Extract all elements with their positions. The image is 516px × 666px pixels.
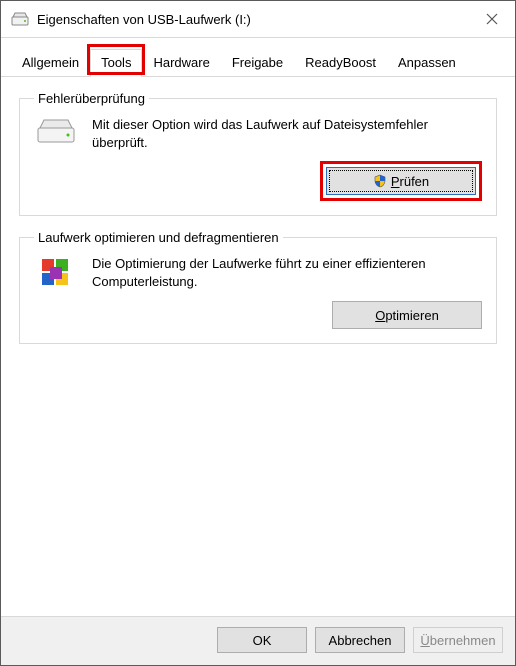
- apply-button[interactable]: Übernehmen: [413, 627, 503, 653]
- window-title: Eigenschaften von USB-Laufwerk (I:): [37, 12, 469, 27]
- drive-icon: [11, 12, 29, 26]
- check-button[interactable]: Prüfen: [326, 167, 476, 195]
- tab-content: Fehlerüberprüfung Mit dieser Option wird…: [1, 77, 515, 616]
- annotation-highlight-check-button: Prüfen: [320, 161, 482, 201]
- error-check-group: Fehlerüberprüfung Mit dieser Option wird…: [19, 91, 497, 216]
- tab-strip: Allgemein Tools Hardware Freigabe ReadyB…: [1, 38, 515, 77]
- tab-freigabe[interactable]: Freigabe: [221, 49, 294, 77]
- apply-button-label: Übernehmen: [420, 633, 495, 648]
- ok-button[interactable]: OK: [217, 627, 307, 653]
- optimize-button[interactable]: Optimieren: [332, 301, 482, 329]
- shield-icon: [373, 174, 387, 188]
- titlebar: Eigenschaften von USB-Laufwerk (I:): [1, 1, 515, 38]
- error-check-text: Mit dieser Option wird das Laufwerk auf …: [92, 116, 482, 151]
- properties-dialog: Eigenschaften von USB-Laufwerk (I:) Allg…: [0, 0, 516, 666]
- dialog-buttons: OK Abbrechen Übernehmen: [1, 616, 515, 665]
- optimize-button-label: Optimieren: [375, 308, 439, 323]
- cancel-button[interactable]: Abbrechen: [315, 627, 405, 653]
- optimize-legend: Laufwerk optimieren und defragmentieren: [34, 230, 283, 245]
- close-icon: [486, 13, 498, 25]
- defrag-icon: [34, 255, 78, 291]
- check-button-label: Prüfen: [391, 174, 429, 189]
- error-check-legend: Fehlerüberprüfung: [34, 91, 149, 106]
- optimize-text: Die Optimierung der Laufwerke führt zu e…: [92, 255, 482, 290]
- tab-tools[interactable]: Tools: [90, 49, 142, 77]
- optimize-group: Laufwerk optimieren und defragmentieren …: [19, 230, 497, 344]
- close-button[interactable]: [469, 1, 515, 37]
- disk-icon: [34, 116, 78, 146]
- tab-hardware[interactable]: Hardware: [142, 49, 220, 77]
- tab-readyboost[interactable]: ReadyBoost: [294, 49, 387, 77]
- tab-anpassen[interactable]: Anpassen: [387, 49, 467, 77]
- tab-allgemein[interactable]: Allgemein: [11, 49, 90, 77]
